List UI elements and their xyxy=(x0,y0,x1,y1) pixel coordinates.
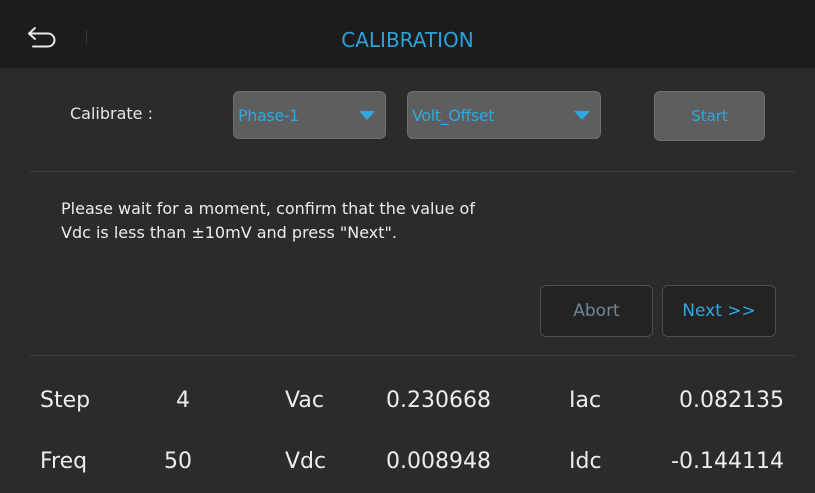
iac-value: 0.082135 xyxy=(679,388,784,413)
divider xyxy=(30,171,795,172)
idc-label: Idc xyxy=(569,449,602,474)
instruction-message: Please wait for a moment, confirm that t… xyxy=(61,199,475,242)
calibrate-label: Calibrate : xyxy=(70,104,153,123)
page-title: CALIBRATION xyxy=(341,28,474,52)
freq-label: Freq xyxy=(40,449,88,474)
start-button[interactable]: Start xyxy=(654,91,765,141)
mode-dropdown[interactable]: Volt_Offset xyxy=(407,91,601,139)
step-label: Step xyxy=(40,388,91,413)
chevron-down-icon xyxy=(359,111,375,120)
vdc-value: 0.008948 xyxy=(386,449,491,474)
divider xyxy=(30,355,795,356)
channel-dropdown[interactable]: Phase-1 xyxy=(233,91,386,139)
mode-dropdown-value: Volt_Offset xyxy=(412,106,495,125)
vac-label: Vac xyxy=(285,388,324,413)
vdc-label: Vdc xyxy=(285,449,327,474)
step-value: 4 xyxy=(176,388,190,413)
idc-value: -0.144114 xyxy=(671,449,784,474)
title-bar: CALIBRATION xyxy=(0,0,815,68)
channel-dropdown-value: Phase-1 xyxy=(238,106,299,125)
abort-button[interactable]: Abort xyxy=(540,285,653,337)
iac-label: Iac xyxy=(569,388,602,413)
chevron-down-icon xyxy=(574,111,590,120)
vac-value: 0.230668 xyxy=(386,388,491,413)
next-button[interactable]: Next >> xyxy=(662,285,776,337)
freq-value: 50 xyxy=(164,449,192,474)
